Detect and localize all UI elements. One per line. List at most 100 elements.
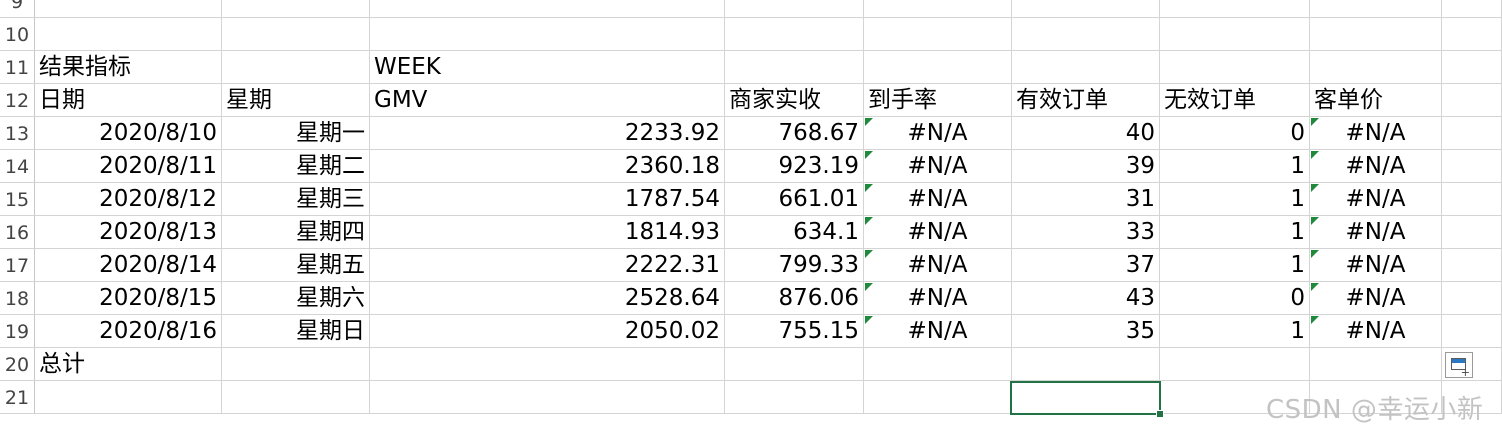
cell-avg-order-value[interactable]: #N/A: [1310, 150, 1442, 183]
cell-invalid-orders[interactable]: 0: [1160, 117, 1310, 150]
grid-cell[interactable]: [864, 0, 1012, 18]
cell-avg-order-value[interactable]: #N/A: [1310, 249, 1442, 282]
cell-avg-order-value[interactable]: #N/A: [1310, 117, 1442, 150]
cell-merchant-income[interactable]: 661.01: [725, 183, 864, 216]
grid-cell[interactable]: [1442, 183, 1502, 216]
spreadsheet-grid[interactable]: 9 10 11 12 13 14 15 16 17 18 19 20 21 结果指标 WEEK 日期 星期 GMV…: [0, 0, 1502, 431]
header-invalid-orders[interactable]: 无效订单: [1160, 84, 1310, 117]
grid-cell[interactable]: [222, 348, 370, 381]
header-gmv[interactable]: GMV: [370, 84, 725, 117]
row-header[interactable]: 21: [0, 381, 35, 414]
cell-weekday[interactable]: 星期二: [222, 150, 370, 183]
grid-cell[interactable]: [1160, 348, 1310, 381]
row-header[interactable]: 20: [0, 348, 35, 381]
cell-date[interactable]: 2020/8/14: [35, 249, 222, 282]
cell-valid-orders[interactable]: 37: [1012, 249, 1160, 282]
cell-gmv[interactable]: 2222.31: [370, 249, 725, 282]
row-header[interactable]: 14: [0, 150, 35, 183]
grid-cell[interactable]: [725, 0, 864, 18]
grid-cell[interactable]: [1012, 0, 1160, 18]
grid-cell[interactable]: [222, 381, 370, 414]
grid-cell[interactable]: [1442, 51, 1502, 84]
cell-gmv[interactable]: 1814.93: [370, 216, 725, 249]
header-avg-order-value[interactable]: 客单价: [1310, 84, 1442, 117]
row-header[interactable]: 17: [0, 249, 35, 282]
cell-weekday[interactable]: 星期六: [222, 282, 370, 315]
cell-merchant-income[interactable]: 634.1: [725, 216, 864, 249]
cell-valid-orders[interactable]: 40: [1012, 117, 1160, 150]
cell-date[interactable]: 2020/8/13: [35, 216, 222, 249]
cell-invalid-orders[interactable]: 1: [1160, 183, 1310, 216]
grid-cell[interactable]: [370, 0, 725, 18]
header-arrival-rate[interactable]: 到手率: [864, 84, 1012, 117]
row-header[interactable]: 19: [0, 315, 35, 348]
cell-weekday[interactable]: 星期三: [222, 183, 370, 216]
cell-gmv[interactable]: 2050.02: [370, 315, 725, 348]
cell-date[interactable]: 2020/8/12: [35, 183, 222, 216]
header-date[interactable]: 日期: [35, 84, 222, 117]
cell-gmv[interactable]: 2528.64: [370, 282, 725, 315]
row-header[interactable]: 18: [0, 282, 35, 315]
cell-invalid-orders[interactable]: 0: [1160, 282, 1310, 315]
cell-date[interactable]: 2020/8/16: [35, 315, 222, 348]
cell-arrival-rate[interactable]: #N/A: [864, 183, 1012, 216]
grid-cell[interactable]: [1442, 315, 1502, 348]
grid-cell[interactable]: [1442, 18, 1502, 51]
row-header[interactable]: 15: [0, 183, 35, 216]
grid-cell[interactable]: [1012, 348, 1160, 381]
grid-cell[interactable]: [725, 381, 864, 414]
grid-cell[interactable]: [1310, 18, 1442, 51]
grid-cell[interactable]: [222, 51, 370, 84]
selected-cell[interactable]: [1010, 381, 1164, 418]
cell-week[interactable]: WEEK: [370, 51, 725, 84]
row-header[interactable]: 13: [0, 117, 35, 150]
quick-analysis-icon[interactable]: +: [1445, 352, 1473, 379]
row-header[interactable]: 12: [0, 84, 35, 117]
cell-gmv[interactable]: 2360.18: [370, 150, 725, 183]
header-valid-orders[interactable]: 有效订单: [1012, 84, 1160, 117]
grid-cell[interactable]: [864, 18, 1012, 51]
grid-cell[interactable]: [1442, 216, 1502, 249]
grid-cell[interactable]: [1442, 282, 1502, 315]
grid-cell[interactable]: [725, 51, 864, 84]
cell-valid-orders[interactable]: 43: [1012, 282, 1160, 315]
grid-cell[interactable]: [370, 18, 725, 51]
grid-cell[interactable]: [1442, 249, 1502, 282]
cell-arrival-rate[interactable]: #N/A: [864, 282, 1012, 315]
grid-cell[interactable]: [1442, 117, 1502, 150]
cell-arrival-rate[interactable]: #N/A: [864, 216, 1012, 249]
cell-valid-orders[interactable]: 39: [1012, 150, 1160, 183]
cell-weekday[interactable]: 星期五: [222, 249, 370, 282]
cell-valid-orders[interactable]: 35: [1012, 315, 1160, 348]
grid-cell[interactable]: [1442, 150, 1502, 183]
cell-avg-order-value[interactable]: #N/A: [1310, 315, 1442, 348]
cell-arrival-rate[interactable]: #N/A: [864, 315, 1012, 348]
row-header[interactable]: 10: [0, 18, 35, 51]
grid-cell[interactable]: [1012, 51, 1160, 84]
grid-cell[interactable]: [35, 381, 222, 414]
grid-cell[interactable]: [1310, 0, 1442, 18]
cell-arrival-rate[interactable]: #N/A: [864, 150, 1012, 183]
fill-handle[interactable]: [1156, 410, 1164, 418]
cell-merchant-income[interactable]: 876.06: [725, 282, 864, 315]
grid-cell[interactable]: [370, 348, 725, 381]
grid-cell[interactable]: [1160, 18, 1310, 51]
cell-invalid-orders[interactable]: 1: [1160, 315, 1310, 348]
cell-total-label[interactable]: 总计: [35, 348, 222, 381]
header-weekday[interactable]: 星期: [222, 84, 370, 117]
cell-date[interactable]: 2020/8/11: [35, 150, 222, 183]
grid-cell[interactable]: [1160, 0, 1310, 18]
grid-cell[interactable]: [370, 381, 725, 414]
grid-cell[interactable]: [725, 348, 864, 381]
grid-cell[interactable]: [864, 348, 1012, 381]
grid-cell[interactable]: [1310, 51, 1442, 84]
cell-invalid-orders[interactable]: 1: [1160, 150, 1310, 183]
grid-cell[interactable]: [222, 18, 370, 51]
row-header[interactable]: 11: [0, 51, 35, 84]
cell-invalid-orders[interactable]: 1: [1160, 216, 1310, 249]
grid-cell[interactable]: [1310, 348, 1442, 381]
cell-weekday[interactable]: 星期一: [222, 117, 370, 150]
grid-cell[interactable]: [1012, 18, 1160, 51]
header-merchant-income[interactable]: 商家实收: [725, 84, 864, 117]
cell-merchant-income[interactable]: 799.33: [725, 249, 864, 282]
